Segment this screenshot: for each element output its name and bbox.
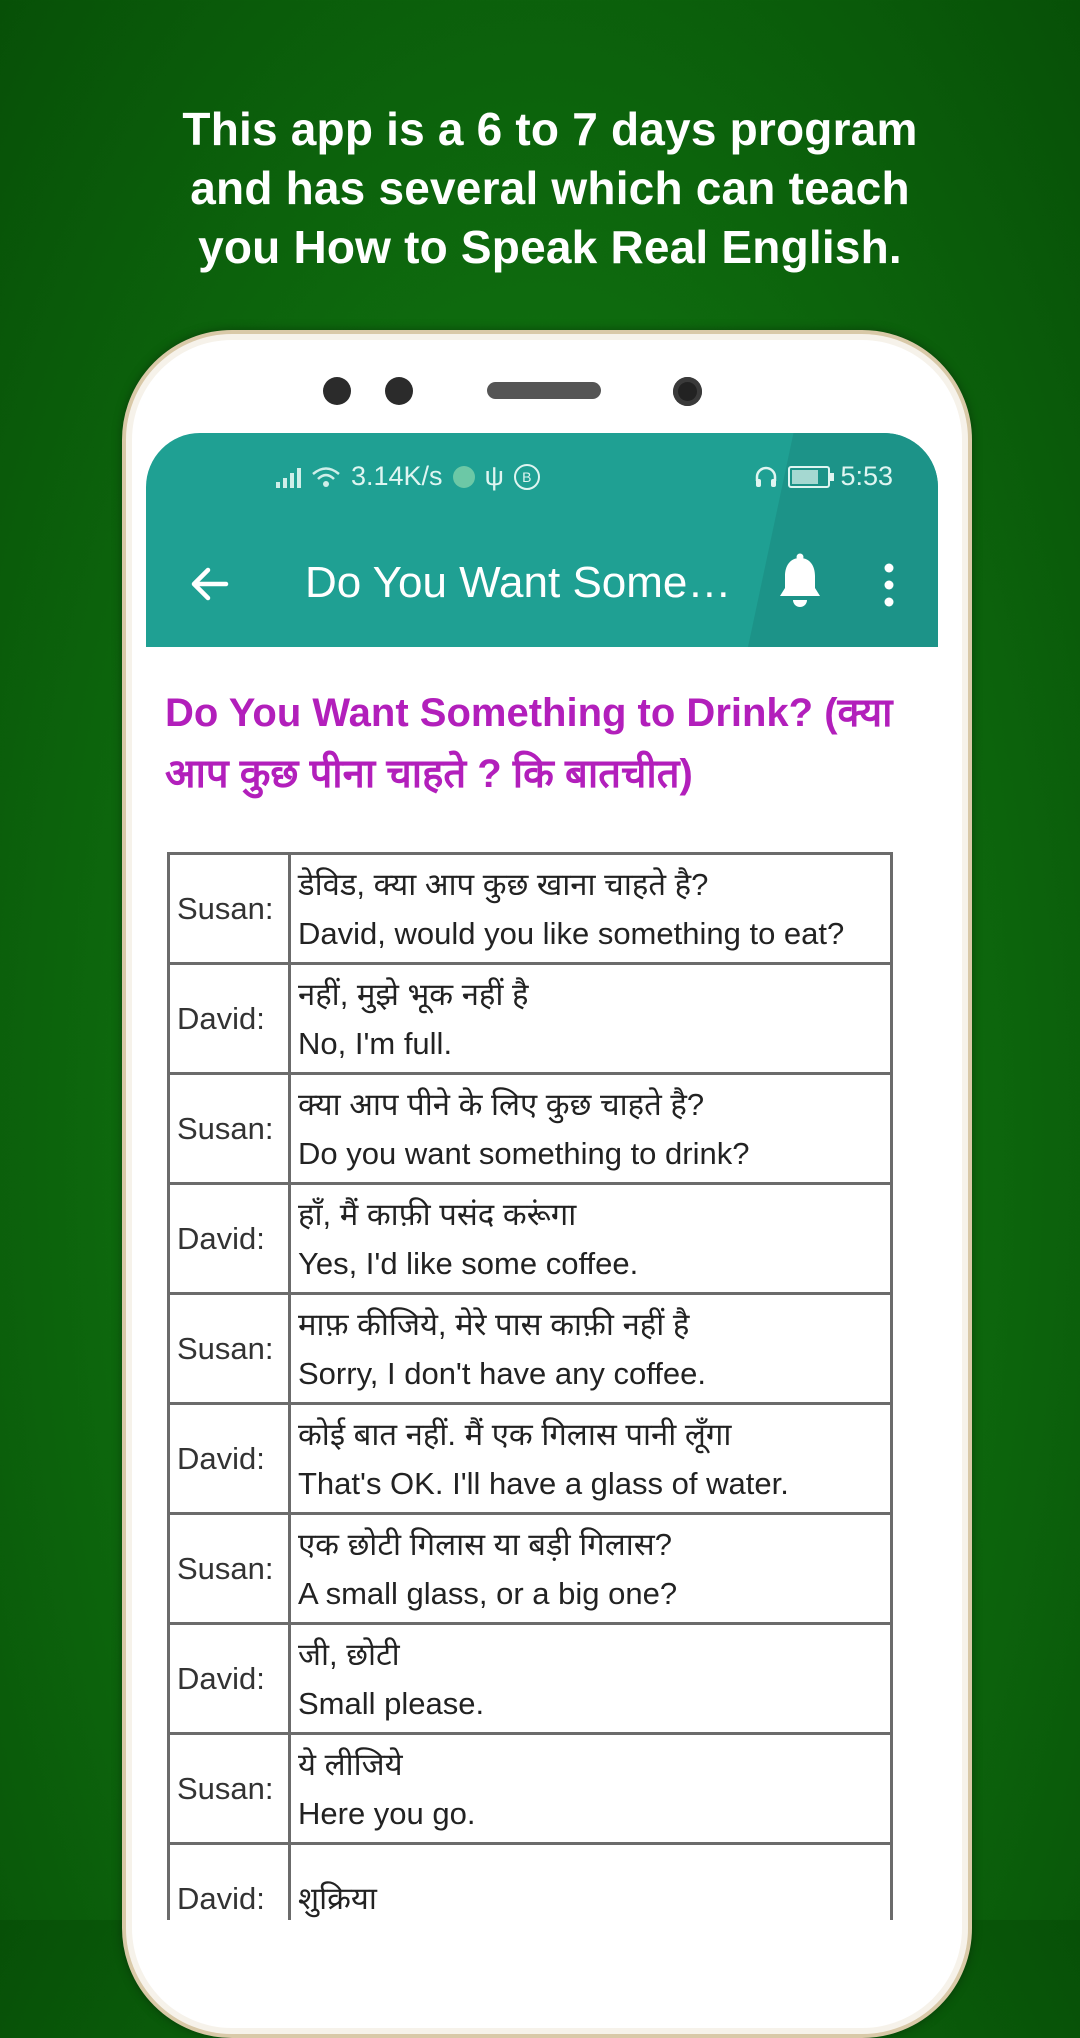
english-text: Yes, I'd like some coffee. [298,1245,639,1281]
table-row: Susan: डेविड, क्या आप कुछ खाना चाहते है? D… [167,852,893,965]
earpiece-speaker [487,382,601,399]
dialog-line: माफ़ कीजिये, मेरे पास काफ़ी नहीं है Sorry… [288,1292,893,1405]
hindi-text: जी, छोटी [298,1636,400,1672]
dialog-line: डेविड, क्या आप कुछ खाना चाहते है? David, … [288,852,893,965]
speaker-name: Susan: [167,1292,291,1405]
dialog-line: जी, छोटी Small please. [288,1622,893,1735]
bell-icon[interactable] [772,552,828,612]
dialog-line: ये लीजिये Here you go. [288,1732,893,1845]
promo-line-1: This app is a 6 to 7 days program [182,103,918,155]
network-speed: 3.14K/s [351,461,443,491]
clock: 5:53 [840,461,893,491]
hindi-text: हाँ, मैं काफ़ी पसंद करूंगा [298,1196,577,1232]
usb-icon: ψ [484,461,504,491]
toolbar: Do You Want Somet... [146,538,938,628]
english-text: A small glass, or a big one? [298,1575,678,1611]
table-row: Susan: ये लीजिये Here you go. [167,1732,893,1845]
page-title: Do You Want Somet... [305,558,735,607]
english-text: Do you want something to drink? [298,1135,750,1171]
table-row: David: शुक्रिया [167,1842,893,1920]
english-text: Sorry, I don't have any coffee. [298,1355,707,1391]
speaker-name: Susan: [167,1072,291,1185]
speaker-name: David: [167,1842,291,1920]
headset-icon [756,466,777,487]
signal-icon [276,466,301,488]
lesson-heading: Do You Want Something to Drink? (क्या आप… [165,691,893,796]
speaker-name: Susan: [167,1732,291,1845]
phone-screen: 3.14K/s ψ B 5:53 Do You Want Somet... Do… [146,433,938,1920]
dialog-line: कोई बात नहीं. मैं एक गिलास पानी लूँगा Tha… [288,1402,893,1515]
english-text: Here you go. [298,1795,476,1831]
speaker-name: David: [167,962,291,1075]
promo-text: This app is a 6 to 7 days program and ha… [120,100,980,277]
hindi-text: कोई बात नहीं. मैं एक गिलास पानी लूँगा [298,1416,732,1452]
english-text: Small please. [298,1685,485,1721]
dialog-line: एक छोटी गिलास या बड़ी गिलास? A small glas… [288,1512,893,1625]
more-vert-icon[interactable] [877,560,901,610]
lesson-content: Do You Want Something to Drink? (क्या आप… [146,647,938,1920]
hindi-text: एक छोटी गिलास या बड़ी गिलास? [298,1526,672,1562]
hindi-text: शुक्रिया [298,1881,377,1916]
dialog-table: Susan: डेविड, क्या आप कुछ खाना चाहते है? D… [167,852,893,1920]
hindi-text: डेविड, क्या आप कुछ खाना चाहते है? [298,866,709,902]
sensor-dot [385,377,413,405]
dialog-line: नहीं, मुझे भूक नहीं है No, I'm full. [288,962,893,1075]
front-camera [673,377,702,406]
dialog-line: हाँ, मैं काफ़ी पसंद करूंगा Yes, I'd like … [288,1182,893,1295]
speaker-name: David: [167,1402,291,1515]
table-row: Susan: एक छोटी गिलास या बड़ी गिलास? A smal… [167,1512,893,1625]
hindi-text: माफ़ कीजिये, मेरे पास काफ़ी नहीं है [298,1306,690,1342]
battery-icon [788,465,835,488]
table-row: David: हाँ, मैं काफ़ी पसंद करूंगा Yes, I'd… [167,1182,893,1295]
speaker-name: David: [167,1182,291,1295]
wifi-icon [312,466,340,487]
vpn-icon [452,465,475,488]
table-row: Susan: क्या आप पीने के लिए कुछ चाहते है? D… [167,1072,893,1185]
promo-line-2: and has several which can teach [190,162,910,214]
table-row: David: कोई बात नहीं. मैं एक गिलास पानी लू… [167,1402,893,1515]
sensor-dot [323,377,351,405]
table-row: Susan: माफ़ कीजिये, मेरे पास काफ़ी नहीं ह… [167,1292,893,1405]
dialog-line: शुक्रिया [288,1842,893,1920]
speaker-name: Susan: [167,852,291,965]
b-icon: B [513,463,540,490]
table-row: David: जी, छोटी Small please. [167,1622,893,1735]
hindi-text: नहीं, मुझे भूक नहीं है [298,976,529,1012]
english-text: David, would you like something to eat? [298,915,845,951]
promo-line-3: you How to Speak Real English. [198,221,902,273]
hindi-text: क्या आप पीने के लिए कुछ चाहते है? [298,1086,705,1122]
dialog-line: क्या आप पीने के लिए कुछ चाहते है? Do you … [288,1072,893,1185]
status-bar: 3.14K/s ψ B 5:53 [146,461,938,505]
app-bar: 3.14K/s ψ B 5:53 Do You Want Somet... [146,433,938,647]
english-text: That's OK. I'll have a glass of water. [298,1465,789,1501]
hindi-text: ये लीजिये [298,1746,403,1782]
english-text: No, I'm full. [298,1025,453,1061]
speaker-name: Susan: [167,1512,291,1625]
back-arrow-icon[interactable] [182,556,238,612]
speaker-name: David: [167,1622,291,1735]
table-row: David: नहीं, मुझे भूक नहीं है No, I'm full… [167,962,893,1075]
